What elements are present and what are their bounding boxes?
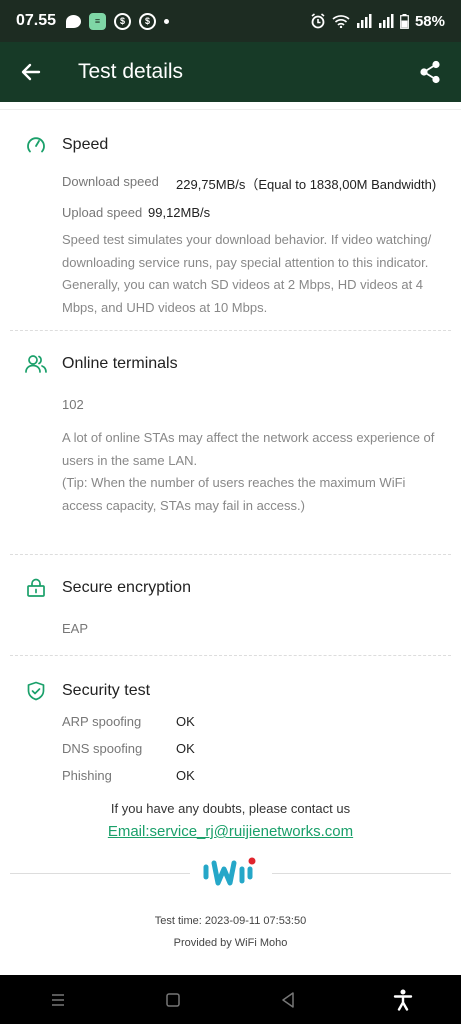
chat-bubble-icon xyxy=(66,14,82,28)
dns-spoofing-label: DNS spoofing xyxy=(62,741,143,756)
signal-icon xyxy=(356,14,372,28)
home-button[interactable] xyxy=(143,975,203,1024)
recent-apps-icon xyxy=(51,993,64,1006)
home-icon xyxy=(166,992,180,1007)
app-notification-icon: ≡ xyxy=(89,12,107,30)
logo-row xyxy=(0,855,461,891)
upload-speed-label: Upload speed xyxy=(62,205,143,220)
download-speed-value: 229,75MB/s（Equal to 1838,00M Bandwidth) xyxy=(176,177,437,192)
phishing-result: OK xyxy=(176,768,195,783)
shield-check-icon xyxy=(10,681,62,701)
speed-section: Speed Download speed 229,75MB/s（Equal to… xyxy=(10,110,451,331)
accessibility-icon xyxy=(394,989,413,1011)
top-divider xyxy=(0,102,461,110)
download-speed-label: Download speed xyxy=(62,174,159,189)
more-notifications-dot-icon xyxy=(164,18,170,24)
alarm-icon xyxy=(311,13,325,29)
download-speed-row: Download speed 229,75MB/s（Equal to 1838,… xyxy=(62,174,451,193)
security-test-section: Security test ARP spoofing OK DNS spoofi… xyxy=(10,656,451,806)
battery-icon xyxy=(400,13,409,29)
test-time: Test time: 2023-09-11 07:53:50 xyxy=(154,915,307,927)
accessibility-button[interactable] xyxy=(373,975,433,1024)
arp-spoofing-result: OK xyxy=(176,714,195,729)
coin-icon: $ xyxy=(114,12,132,30)
phishing-label: Phishing xyxy=(62,768,112,783)
secure-encryption-section: Secure encryption EAP xyxy=(10,555,451,656)
online-terminals-tip: (Tip: When the number of users reaches t… xyxy=(62,475,406,513)
online-terminals-header: Online terminals xyxy=(10,351,451,377)
online-terminals-description: A lot of online STAs may affect the netw… xyxy=(62,430,435,468)
speedometer-icon xyxy=(10,135,62,155)
arp-spoofing-label: ARP spoofing xyxy=(62,714,142,729)
secure-encryption-header: Secure encryption xyxy=(10,575,451,601)
footer: If you have any doubts, please contact u… xyxy=(0,801,461,949)
users-icon xyxy=(10,354,62,374)
notification-icons: ≡ $ $ xyxy=(66,12,170,30)
logo-divider-right xyxy=(271,872,451,874)
arrow-left-icon xyxy=(21,63,41,81)
online-terminals-section: Online terminals 102 A lot of online STA… xyxy=(10,331,451,555)
secure-encryption-title: Secure encryption xyxy=(62,579,191,596)
dns-spoofing-row: DNS spoofing OK xyxy=(62,741,451,756)
speed-header: Speed xyxy=(10,132,451,158)
online-terminals-title: Online terminals xyxy=(62,355,178,372)
phishing-row: Phishing OK xyxy=(62,768,451,783)
page-title: Test details xyxy=(78,60,184,83)
speed-title: Speed xyxy=(62,136,109,153)
coin-icon-2: $ xyxy=(139,12,157,30)
back-button[interactable] xyxy=(0,42,62,102)
back-triangle-icon xyxy=(282,991,294,1008)
status-bar: 07.55 ≡ $ $ 58% xyxy=(0,0,461,42)
security-test-title: Security test xyxy=(62,682,151,699)
signal-icon-2 xyxy=(378,14,394,28)
test-details-content: Speed Download speed 229,75MB/s（Equal to… xyxy=(0,102,461,806)
logo-divider-left xyxy=(10,872,190,874)
system-status: 58% xyxy=(310,13,445,30)
status-time: 07.55 xyxy=(16,12,57,29)
contact-text: If you have any doubts, please contact u… xyxy=(110,801,351,816)
arp-spoofing-row: ARP spoofing OK xyxy=(62,714,451,729)
recent-apps-button[interactable] xyxy=(28,975,88,1024)
support-email-link[interactable]: Email:service_rj@ruijienetworks.com xyxy=(108,823,353,840)
app-bar: Test details xyxy=(0,42,461,102)
upload-speed-row: Upload speed 99,12MB/s xyxy=(62,205,451,220)
dns-spoofing-result: OK xyxy=(176,741,195,756)
battery-percent: 58% xyxy=(414,12,445,30)
speed-description: Speed test simulates your download behav… xyxy=(62,232,432,315)
share-icon xyxy=(420,60,440,84)
provided-by: Provided by WiFi Moho xyxy=(173,937,288,949)
encryption-type: EAP xyxy=(62,621,89,636)
wifi-icon xyxy=(332,15,350,28)
wifi-moho-logo-icon xyxy=(203,857,255,886)
share-button[interactable] xyxy=(399,42,461,102)
security-test-header: Security test xyxy=(10,678,451,704)
back-nav-button[interactable] xyxy=(258,975,318,1024)
upload-speed-value: 99,12MB/s xyxy=(148,205,211,220)
system-navigation-bar xyxy=(0,975,461,1024)
online-terminals-count: 102 xyxy=(62,397,84,412)
lock-icon xyxy=(10,578,62,598)
